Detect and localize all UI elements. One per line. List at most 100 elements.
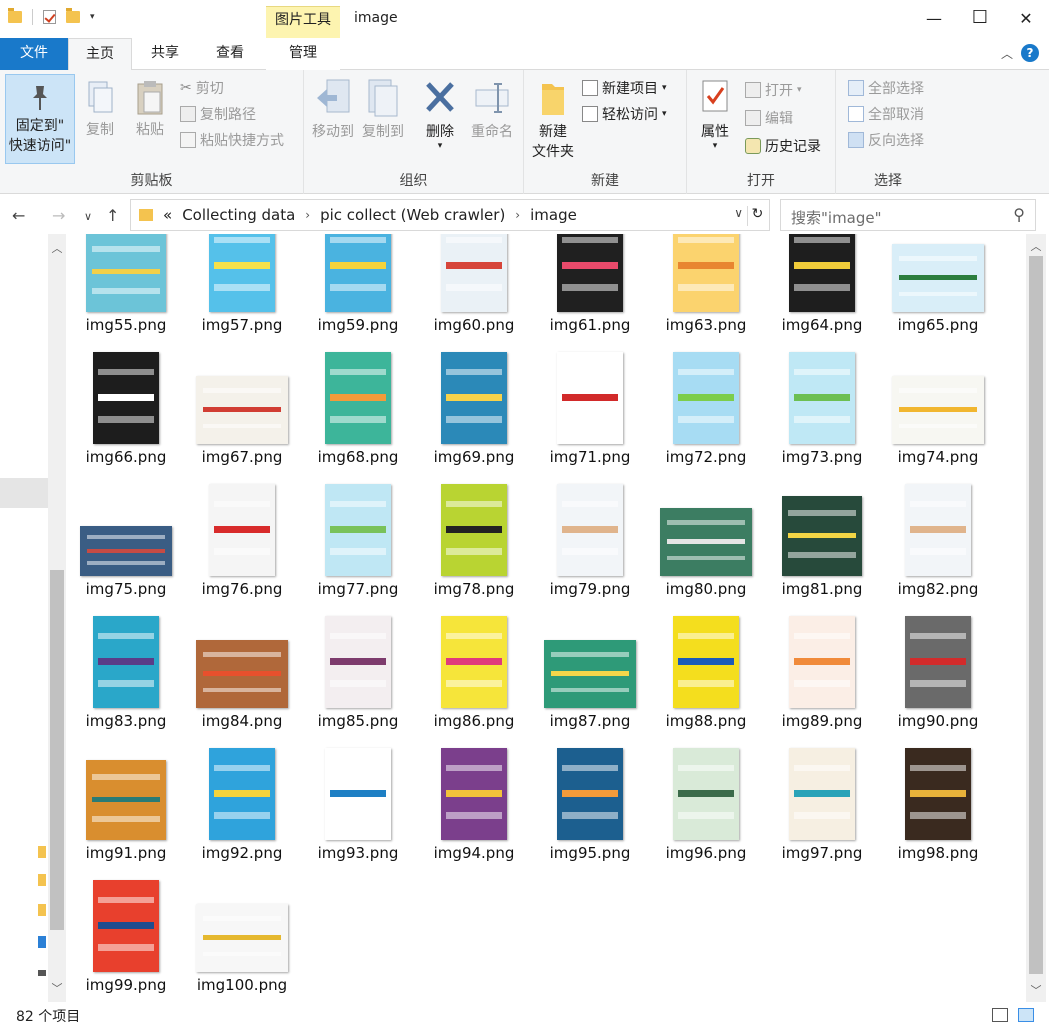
move-to-button[interactable]: 移动到 bbox=[308, 78, 358, 142]
thumbnail-detail bbox=[678, 658, 734, 665]
tab-file[interactable]: 文件 bbox=[0, 38, 68, 70]
file-thumbnail-frame bbox=[540, 234, 640, 312]
scroll-down-icon[interactable]: ﹀ bbox=[48, 980, 66, 996]
copy-to-button[interactable]: 复制到 bbox=[358, 78, 408, 142]
new-folder-icon-large bbox=[542, 84, 564, 115]
file-thumbnail-frame bbox=[540, 608, 640, 708]
tab-manage[interactable]: 管理 bbox=[266, 38, 340, 70]
chevron-right-icon[interactable]: › bbox=[305, 208, 310, 222]
address-bar[interactable]: « Collecting data › pic collect (Web cra… bbox=[130, 199, 770, 231]
file-thumbnail-frame bbox=[76, 608, 176, 708]
refresh-icon[interactable]: ↻ bbox=[747, 206, 767, 226]
paste-button[interactable]: 粘贴 bbox=[132, 80, 168, 140]
copy-button[interactable]: 复制 bbox=[82, 80, 118, 140]
file-thumbnail-frame bbox=[772, 608, 872, 708]
thumbnail-detail bbox=[98, 394, 154, 401]
edit-button[interactable]: 编辑 bbox=[745, 108, 793, 128]
invert-selection-button[interactable]: 反向选择 bbox=[848, 130, 924, 150]
tab-home[interactable]: 主页 bbox=[68, 38, 132, 71]
thumbnail-detail bbox=[92, 268, 160, 275]
breadcrumb-item[interactable]: Collecting data bbox=[182, 206, 295, 224]
thumbnail-detail bbox=[330, 416, 386, 423]
navigation-scrollbar[interactable]: ︿ ﹀ bbox=[48, 234, 66, 1002]
file-item[interactable]: img96.png bbox=[648, 748, 764, 894]
tab-share[interactable]: 共享 bbox=[134, 38, 196, 70]
properties-check-icon[interactable] bbox=[43, 10, 56, 24]
window-title: image bbox=[354, 10, 398, 26]
forward-arrow-icon[interactable]: → bbox=[52, 206, 65, 225]
properties-dropdown-icon[interactable]: ▾ bbox=[693, 142, 737, 151]
thumbnail-detail bbox=[794, 236, 850, 243]
content-scrollbar[interactable]: ︿ ﹀ bbox=[1026, 234, 1046, 1002]
drive-icon[interactable] bbox=[38, 970, 46, 976]
cut-button[interactable]: ✂ 剪切 bbox=[180, 78, 224, 98]
chevron-right-icon[interactable]: › bbox=[515, 208, 520, 222]
image-thumbnail bbox=[905, 748, 971, 840]
properties-button[interactable]: 属性 ▾ bbox=[693, 78, 737, 151]
address-history-chevron-icon[interactable]: ∨ bbox=[734, 206, 743, 220]
easy-access-button[interactable]: 轻松访问 ▾ bbox=[582, 104, 667, 124]
file-name: img91.png bbox=[85, 844, 167, 862]
select-none-button[interactable]: 全部取消 bbox=[848, 104, 924, 124]
details-view-icon[interactable] bbox=[992, 1008, 1008, 1022]
thumbnail-detail bbox=[446, 284, 502, 291]
file-item[interactable]: img97.png bbox=[764, 748, 880, 894]
new-folder-icon[interactable] bbox=[66, 8, 80, 23]
large-icons-view-icon[interactable] bbox=[1018, 1008, 1034, 1022]
breadcrumb-item[interactable]: pic collect (Web crawler) bbox=[320, 206, 505, 224]
tab-view[interactable]: 查看 bbox=[198, 38, 262, 70]
close-button[interactable]: ✕ bbox=[1003, 0, 1049, 36]
breadcrumb-overflow[interactable]: « bbox=[163, 206, 172, 224]
image-thumbnail bbox=[325, 352, 391, 444]
breadcrumb: « Collecting data › pic collect (Web cra… bbox=[139, 206, 577, 224]
up-arrow-icon[interactable]: ↑ bbox=[106, 206, 119, 225]
recent-locations-chevron-icon[interactable]: ∨ bbox=[84, 210, 92, 223]
breadcrumb-item[interactable]: image bbox=[530, 206, 577, 224]
help-icon[interactable]: ? bbox=[1021, 44, 1039, 62]
scrollbar-thumb[interactable] bbox=[1029, 256, 1043, 974]
collapse-ribbon-icon[interactable]: ︿ bbox=[1001, 45, 1013, 62]
thumbnail-detail bbox=[330, 500, 386, 507]
scroll-up-icon[interactable]: ︿ bbox=[48, 240, 66, 256]
maximize-button[interactable]: ☐ bbox=[957, 0, 1003, 35]
navigation-pane[interactable] bbox=[0, 234, 48, 1002]
chevron-down-icon: ▾ bbox=[662, 83, 667, 93]
thumbnail-detail bbox=[92, 796, 160, 803]
paste-shortcut-button[interactable]: 粘贴快捷方式 bbox=[180, 130, 284, 150]
customize-dropdown-icon[interactable]: ▾ bbox=[90, 12, 95, 22]
minimize-button[interactable]: — bbox=[911, 0, 957, 36]
file-item[interactable]: img100.png bbox=[184, 894, 300, 1002]
folder-icon[interactable] bbox=[38, 846, 46, 858]
file-item[interactable]: img95.png bbox=[532, 748, 648, 894]
image-thumbnail bbox=[325, 616, 391, 708]
file-thumbnail-frame bbox=[424, 740, 524, 840]
select-all-button[interactable]: 全部选择 bbox=[848, 78, 924, 98]
file-item[interactable]: img99.png bbox=[68, 880, 184, 1002]
file-thumbnail-frame bbox=[192, 872, 292, 972]
delete-button[interactable]: 删除 ▾ bbox=[418, 78, 462, 151]
search-input[interactable]: 搜索"image" ⚲ bbox=[780, 199, 1036, 231]
new-folder-button[interactable]: 新建 文件夹 bbox=[528, 78, 578, 162]
nav-selected-item[interactable] bbox=[0, 478, 48, 508]
scroll-down-icon[interactable]: ﹀ bbox=[1027, 982, 1045, 998]
file-item[interactable]: img94.png bbox=[416, 748, 532, 894]
delete-dropdown-icon[interactable]: ▾ bbox=[418, 142, 462, 151]
open-button[interactable]: 打开 ▾ bbox=[745, 80, 802, 100]
thumbnail-detail bbox=[910, 790, 966, 797]
file-thumbnail-frame bbox=[308, 740, 408, 840]
thumbnail-detail bbox=[87, 549, 165, 553]
windows-drive-icon[interactable] bbox=[38, 936, 46, 948]
file-item[interactable]: img93.png bbox=[300, 748, 416, 894]
scrollbar-thumb[interactable] bbox=[50, 570, 64, 930]
file-thumbnail-frame bbox=[656, 740, 756, 840]
history-button[interactable]: 历史记录 bbox=[745, 136, 821, 156]
back-arrow-icon[interactable]: ← bbox=[12, 206, 25, 225]
folder-icon[interactable] bbox=[38, 874, 46, 886]
new-item-button[interactable]: 新建项目 ▾ bbox=[582, 78, 667, 98]
file-item[interactable]: img98.png bbox=[880, 748, 996, 894]
file-thumbnail-frame bbox=[540, 740, 640, 840]
folder-icon[interactable] bbox=[38, 904, 46, 916]
copy-path-button[interactable]: 复制路径 bbox=[180, 104, 256, 124]
scroll-up-icon[interactable]: ︿ bbox=[1027, 238, 1045, 254]
rename-button[interactable]: 重命名 bbox=[466, 78, 518, 142]
